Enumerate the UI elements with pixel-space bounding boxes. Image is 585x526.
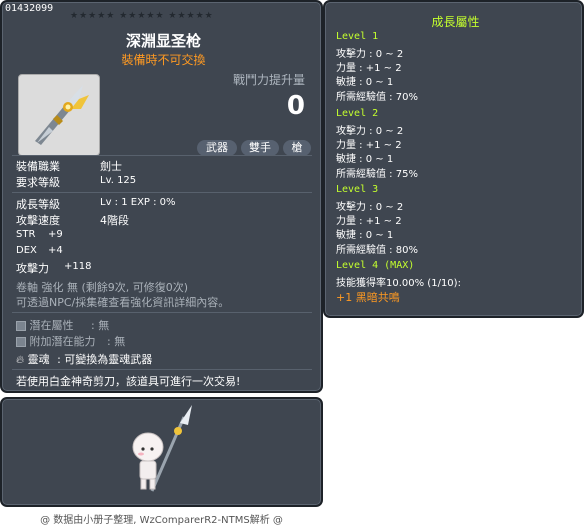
soul-flame-icon: 🔥︎ — [16, 353, 25, 366]
growth-line: 力量 : +1 ~ 2 — [336, 216, 402, 227]
potential-label: 潛在屬性 — [29, 319, 74, 332]
stat-attack-value: +118 — [64, 261, 92, 272]
additional-potential-label: 附加潛在能力 — [29, 335, 96, 348]
tag-weapon: 武器 — [197, 140, 237, 156]
character-preview-panel — [0, 397, 323, 507]
growth-line: 所需經驗值 : 75% — [336, 169, 418, 180]
growth-line: 敏捷 : 0 ~ 1 — [336, 154, 394, 165]
divider — [12, 312, 312, 313]
soul-label: 靈魂 — [27, 353, 50, 366]
growth-line: 所需經驗值 : 80% — [336, 245, 418, 256]
attack-speed-value: 4階段 — [100, 214, 129, 227]
power-increase-value: 0 — [286, 91, 305, 121]
item-icon-box — [18, 74, 100, 156]
job-value: 劍士 — [100, 160, 122, 173]
soul-value: : 可變換為靈魂武器 — [57, 353, 153, 366]
growth-level-label: 成長等級 — [16, 198, 60, 211]
additional-potential-lock-icon — [16, 337, 26, 347]
additional-potential-value: : 無 — [107, 335, 126, 348]
power-increase-label: 戰鬥力提升量 — [232, 73, 305, 87]
level-req-value: Lv. 125 — [100, 175, 137, 186]
stat-str-value: +9 — [48, 229, 63, 240]
job-label: 裝備職業 — [16, 160, 60, 173]
growth-attributes-panel: 成長屬性 Level 1 攻擊力 : 0 ~ 2 力量 : +1 ~ 2 敏捷 … — [323, 0, 584, 318]
growth-skill-line: +1 黑暗共鳴 — [336, 291, 400, 304]
stat-dex-value: +4 — [48, 245, 63, 256]
stat-dex-label: DEX — [16, 245, 37, 256]
attack-speed-label: 攻擊速度 — [16, 214, 60, 227]
item-name: 深淵显圣枪 — [125, 32, 201, 50]
divider — [12, 192, 312, 193]
growth-line: 技能獲得率10.00% (1/10): — [336, 278, 461, 289]
growth-line: 所需經驗值 : 70% — [336, 92, 418, 103]
growth-line: 攻擊力 : 0 ~ 2 — [336, 126, 404, 137]
level-req-label: 要求等級 — [16, 176, 60, 189]
stat-attack-label: 攻擊力 — [16, 262, 49, 275]
growth-level-1-head: Level 1 — [336, 31, 379, 42]
item-tooltip-panel: 01432099 ★★★★★ ★★★★★ ★★★★★ 深淵显圣枪 裝備時不可交換… — [0, 0, 323, 393]
soul-row: 🔥︎ 靈魂 : 可變換為靈魂武器 — [16, 351, 152, 367]
star-force-stars: ★★★★★ ★★★★★ ★★★★★ — [70, 11, 214, 21]
growth-level-value: Lv : 1 EXP : 0% — [100, 197, 176, 208]
item-id: 01432099 — [5, 3, 54, 14]
growth-line: 敏捷 : 0 ~ 1 — [336, 77, 394, 88]
potential-row: 潛在屬性 : 無 — [16, 317, 109, 333]
growth-title: 成長屬性 — [431, 15, 480, 29]
growth-level-4-head: Level 4 (MAX) — [336, 260, 415, 271]
growth-line: 敏捷 : 0 ~ 1 — [336, 230, 394, 241]
growth-line: 力量 : +1 ~ 2 — [336, 140, 402, 151]
growth-level-2-head: Level 2 — [336, 108, 379, 119]
trade-restriction: 裝備時不可交換 — [121, 53, 206, 67]
potential-lock-icon — [16, 321, 26, 331]
growth-line: 攻擊力 : 0 ~ 2 — [336, 49, 404, 60]
character-preview-image — [132, 405, 192, 492]
divider — [12, 369, 312, 370]
growth-level-3-head: Level 3 — [336, 184, 379, 195]
growth-line: 攻擊力 : 0 ~ 2 — [336, 202, 404, 213]
stat-str-label: STR — [16, 229, 36, 240]
npc-info: 可透過NPC/採集確查看強化資訊詳細內容。 — [16, 296, 230, 309]
scissors-note: 若使用白金神奇剪刀，該道具可進行一次交易! — [16, 375, 241, 388]
tag-two-handed: 雙手 — [241, 140, 279, 156]
divider — [12, 155, 312, 156]
growth-line: 力量 : +1 ~ 2 — [336, 63, 402, 74]
additional-potential-row: 附加潛在能力 : 無 — [16, 333, 125, 349]
footer-credit: @ 数据由小册子整理, WzComparerR2-NTMS解析 @ — [40, 515, 283, 526]
upgrade-info: 卷軸 強化 無 (剩餘9次, 可修復0次) — [16, 281, 189, 294]
potential-value: : 無 — [91, 319, 110, 332]
tag-spear: 槍 — [283, 140, 311, 156]
spear-icon — [35, 85, 89, 145]
